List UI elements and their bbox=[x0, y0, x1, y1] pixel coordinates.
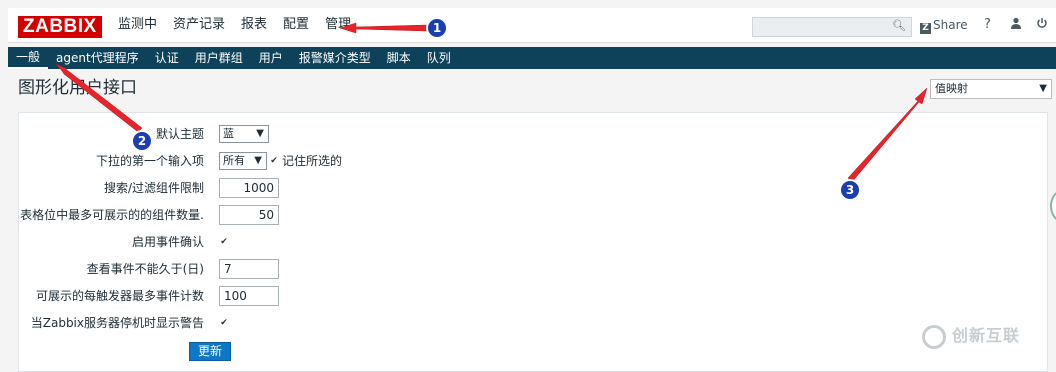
form-row-dropdown-first: 下拉的第一个输入项 所有 ▼ ✔ 记住所选的 bbox=[19, 150, 1049, 172]
form-row-event-max-age: 查看事件不能久于(日) 7 bbox=[19, 258, 1049, 280]
search-icon[interactable]: 🔍︎ bbox=[892, 19, 906, 32]
chevron-down-icon: ▼ bbox=[256, 128, 264, 139]
event-max-age-label: 查看事件不能久于(日) bbox=[86, 262, 204, 276]
search-limit-label: 搜索/过滤组件限制 bbox=[103, 181, 204, 195]
form-row-default-theme: 默认主题 蓝 ▼ bbox=[19, 123, 1049, 145]
watermark: 创新互联 bbox=[922, 322, 1020, 349]
search-input[interactable]: 🔍︎ bbox=[752, 17, 912, 37]
nav-configuration[interactable]: 配置 bbox=[275, 8, 317, 42]
nav-monitoring[interactable]: 监测中 bbox=[110, 8, 165, 42]
sub-nav: 一般 agent代理程序 认证 用户群组 用户 报警媒介类型 脚本 队列 bbox=[8, 47, 1056, 69]
watermark-text: 创新互联 bbox=[952, 326, 1021, 345]
view-select[interactable]: 值映射 ▼ bbox=[930, 79, 1052, 99]
event-max-age-input[interactable]: 7 bbox=[219, 259, 279, 279]
event-ack-checkbox[interactable]: ✔ bbox=[220, 238, 228, 247]
dropdown-first-label: 下拉的第一个输入项 bbox=[95, 154, 204, 168]
watermark-logo-icon bbox=[922, 324, 946, 349]
event-ack-label: 启用事件确认 bbox=[131, 235, 204, 249]
subnav-user-groups[interactable]: 用户群组 bbox=[187, 47, 251, 69]
page-title: 图形化用户接口 bbox=[18, 78, 137, 98]
top-bar: ZABBIX 监测中 资产记录 报表 配置 管理 🔍︎ Z Share ? bbox=[8, 8, 1056, 43]
form-row-search-limit: 搜索/过滤组件限制 1000 bbox=[19, 177, 1049, 199]
chevron-down-icon: ▼ bbox=[1039, 83, 1047, 94]
nav-inventory[interactable]: 资产记录 bbox=[165, 8, 233, 42]
share-link[interactable]: Z Share bbox=[920, 8, 968, 42]
main-nav: 监测中 资产记录 报表 配置 管理 bbox=[110, 8, 359, 42]
subnav-general[interactable]: 一般 bbox=[8, 47, 49, 69]
default-theme-label: 默认主题 bbox=[155, 127, 204, 141]
default-theme-value: 蓝 bbox=[223, 127, 234, 140]
user-icon[interactable] bbox=[1010, 8, 1022, 42]
remember-selected-label: 记住所选的 bbox=[282, 154, 343, 168]
subnav-media-types[interactable]: 报警媒介类型 bbox=[291, 47, 379, 69]
chevron-down-icon: ▼ bbox=[254, 155, 262, 166]
zabbix-logo[interactable]: ZABBIX bbox=[18, 16, 102, 38]
dropdown-first-select[interactable]: 所有 ▼ bbox=[219, 152, 267, 170]
dropdown-first-value: 所有 bbox=[223, 154, 245, 167]
share-label: Share bbox=[933, 18, 968, 32]
help-icon[interactable]: ? bbox=[984, 8, 991, 42]
default-theme-select[interactable]: 蓝 ▼ bbox=[219, 125, 269, 143]
server-down-warning-checkbox[interactable]: ✔ bbox=[220, 319, 228, 328]
max-table-elements-input[interactable]: 50 bbox=[219, 205, 279, 225]
subnav-scripts[interactable]: 脚本 bbox=[379, 47, 419, 69]
nav-reports[interactable]: 报表 bbox=[233, 8, 275, 42]
subnav-authentication[interactable]: 认证 bbox=[147, 47, 187, 69]
nav-administration[interactable]: 管理 bbox=[317, 8, 359, 42]
view-select-value: 值映射 bbox=[935, 82, 968, 95]
form-row-server-down-warning: 当Zabbix服务器停机时显示警告 ✔ bbox=[19, 312, 1049, 334]
search-limit-input[interactable]: 1000 bbox=[219, 178, 279, 198]
max-table-elements-label: 表格位中最多可展示的的组件数量. bbox=[20, 208, 204, 222]
zabbix-share-icon: Z bbox=[920, 23, 931, 34]
max-events-per-trigger-input[interactable]: 100 bbox=[219, 286, 279, 306]
subnav-proxies[interactable]: agent代理程序 bbox=[48, 47, 147, 69]
update-button[interactable]: 更新 bbox=[189, 342, 231, 361]
form-row-max-events-per-trigger: 可展示的每触发器最多事件计数 100 bbox=[19, 285, 1049, 307]
max-events-per-trigger-label: 可展示的每触发器最多事件计数 bbox=[35, 289, 204, 303]
subnav-queue[interactable]: 队列 bbox=[419, 47, 459, 69]
form-row-event-ack: 启用事件确认 ✔ bbox=[19, 231, 1049, 253]
remember-selected-checkbox[interactable]: ✔ bbox=[270, 157, 278, 166]
server-down-warning-label: 当Zabbix服务器停机时显示警告 bbox=[30, 316, 204, 330]
gui-settings-form: 默认主题 蓝 ▼ 下拉的第一个输入项 所有 ▼ ✔ 记住所选的 搜索/过滤组件限… bbox=[18, 112, 1048, 372]
subnav-users[interactable]: 用户 bbox=[251, 47, 291, 69]
form-row-max-table-elements: 表格位中最多可展示的的组件数量. 50 bbox=[19, 204, 1049, 226]
power-icon[interactable] bbox=[1036, 8, 1048, 42]
edge-decoration bbox=[1050, 190, 1056, 222]
